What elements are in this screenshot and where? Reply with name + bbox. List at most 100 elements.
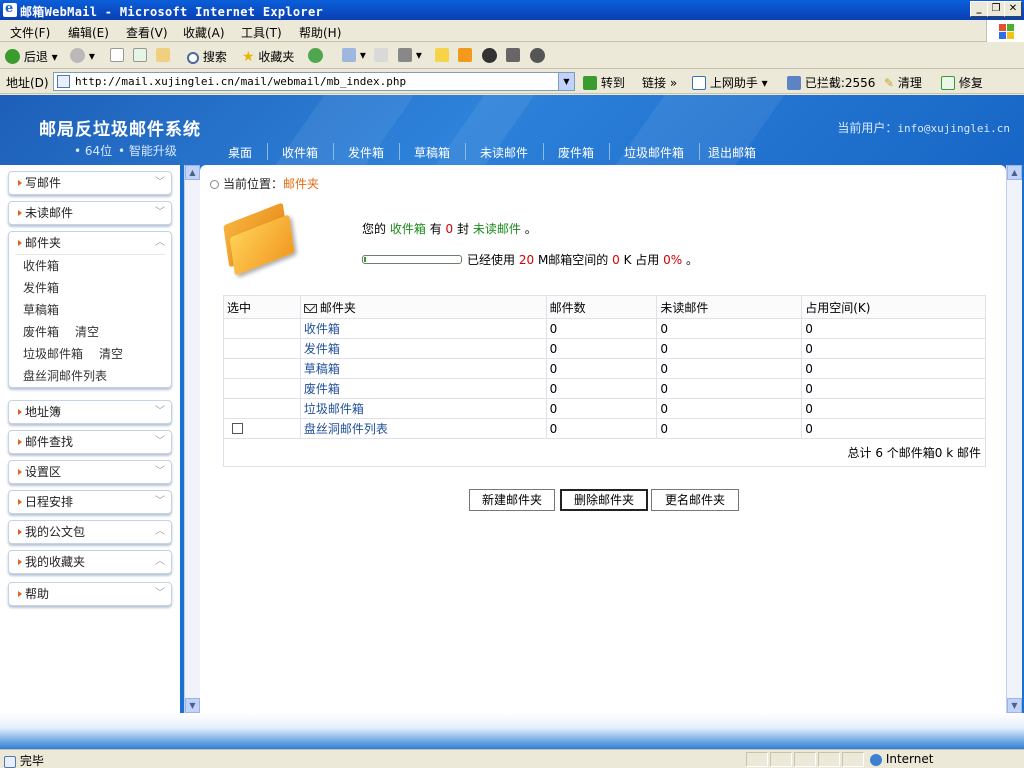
sidebar-item-unread[interactable]: 未读邮件 ﹀	[8, 201, 172, 225]
delete-folder-button[interactable]: 删除邮件夹	[560, 489, 648, 511]
scroll-up-arrow[interactable]: ▲	[185, 165, 200, 180]
scroll-up-arrow[interactable]: ▲	[1007, 165, 1022, 180]
folder-name-link[interactable]: 废件箱	[299, 378, 547, 399]
close-button[interactable]: ✕	[1004, 1, 1022, 17]
chevron-up-icon: ︿	[155, 556, 165, 567]
search-button[interactable]: 搜索	[187, 48, 227, 65]
assistant-button[interactable]: 上网助手 ▾	[692, 74, 768, 91]
menu-favorites[interactable]: 收藏(A)	[183, 24, 225, 41]
folder-link[interactable]: 废件箱	[23, 325, 59, 339]
empty-trash-link[interactable]: 清空	[75, 325, 99, 339]
links-button[interactable]: 链接 »	[642, 74, 677, 91]
home-button[interactable]	[156, 48, 170, 62]
mail-button[interactable]: ▾	[342, 48, 366, 62]
restore-button[interactable]: ❐	[987, 1, 1005, 17]
table-row: 垃圾邮件箱 0 0 0	[223, 398, 986, 419]
nav-separator	[399, 143, 400, 160]
new-folder-button[interactable]: 新建邮件夹	[469, 489, 555, 511]
folder-link[interactable]: 草稿箱	[23, 303, 59, 317]
folder-link[interactable]: 发件箱	[23, 281, 59, 295]
select-cell	[223, 338, 301, 359]
status-done: 完毕	[4, 752, 44, 768]
sidebar-item-write[interactable]: 写邮件 ﹀	[8, 171, 172, 195]
menu-edit[interactable]: 编辑(E)	[68, 24, 109, 41]
main-scrollbar[interactable]: ▲ ▼	[1006, 165, 1022, 713]
nav-desktop[interactable]: 桌面	[228, 144, 252, 161]
nav-logout[interactable]: 退出邮箱	[708, 144, 756, 161]
sidebar-folder-inbox[interactable]: 收件箱	[15, 255, 165, 277]
back-button[interactable]: 后退 ▾	[5, 48, 58, 65]
nav-outbox[interactable]: 发件箱	[348, 144, 384, 161]
media-button[interactable]	[458, 48, 472, 62]
sidebar-item-search[interactable]: 邮件查找 ﹀	[8, 430, 172, 454]
menu-tools[interactable]: 工具(T)	[241, 24, 282, 41]
chevron-down-icon: ﹀	[155, 177, 165, 188]
sidebar-item-settings[interactable]: 设置区 ﹀	[8, 460, 172, 484]
usage-percent: 0%	[663, 253, 683, 267]
refresh-button[interactable]	[133, 48, 147, 62]
rename-folder-button[interactable]: 更名邮件夹	[651, 489, 739, 511]
tool-button[interactable]	[506, 48, 520, 62]
size-value: 0	[801, 358, 986, 379]
sidebar-folder-drafts[interactable]: 草稿箱	[15, 299, 165, 321]
summary-unread-link[interactable]: 未读邮件	[473, 222, 521, 236]
folder-name-link[interactable]: 草稿箱	[299, 358, 547, 379]
sidebar-scrollbar[interactable]: ▲ ▼	[184, 165, 200, 713]
folder-name-link[interactable]: 垃圾邮件箱	[299, 398, 547, 419]
messenger-button[interactable]	[530, 48, 545, 63]
repair-button[interactable]: 修复	[941, 74, 983, 91]
address-input[interactable]: http://mail.xujinglei.cn/mail/webmail/mb…	[53, 72, 575, 91]
stop-button[interactable]	[110, 48, 124, 62]
edit-button[interactable]: ▾	[398, 48, 422, 62]
summary-unit: 封	[457, 222, 470, 236]
go-button[interactable]: 转到	[583, 74, 625, 91]
nav-spam[interactable]: 垃圾邮件箱	[624, 144, 684, 161]
sidebar-item-label: 日程安排	[25, 495, 74, 509]
folder-link[interactable]: 垃圾邮件箱	[23, 347, 83, 361]
forward-button[interactable]: ▾	[70, 48, 95, 63]
folder-name-link[interactable]: 发件箱	[299, 338, 547, 359]
folder-link[interactable]: 盘丝洞邮件列表	[23, 369, 107, 383]
summary-inbox-link[interactable]: 收件箱	[390, 222, 426, 236]
clean-button[interactable]: ✎ 清理	[884, 74, 922, 91]
scroll-down-arrow[interactable]: ▼	[185, 698, 200, 713]
folder-name-link[interactable]: 收件箱	[299, 318, 547, 339]
table-row: 收件箱 0 0 0	[223, 318, 986, 339]
sidebar-folder-maillist[interactable]: 盘丝洞邮件列表	[15, 365, 165, 387]
notes-button[interactable]	[435, 48, 449, 62]
usage-prefix: 已经使用	[467, 253, 516, 267]
sidebar-folder-outbox[interactable]: 发件箱	[15, 277, 165, 299]
sidebar-item-folders[interactable]: 邮件夹 ︿	[9, 232, 171, 254]
menu-view[interactable]: 查看(V)	[126, 24, 168, 41]
sidebar-item-bookmarks[interactable]: 我的收藏夹 ︿	[8, 550, 172, 574]
sidebar-item-label: 邮件夹	[25, 236, 62, 250]
folder-link[interactable]: 收件箱	[23, 259, 59, 273]
menu-help[interactable]: 帮助(H)	[299, 24, 341, 41]
print-button[interactable]	[374, 48, 388, 62]
scroll-down-arrow[interactable]: ▼	[1007, 698, 1022, 713]
sidebar-folder-spam[interactable]: 垃圾邮件箱 清空	[15, 343, 165, 365]
sidebar-item-help[interactable]: 帮助 ﹀	[8, 582, 172, 606]
menu-file[interactable]: 文件(F)	[10, 24, 50, 41]
nav-unread[interactable]: 未读邮件	[480, 144, 528, 161]
current-user: 当前用户：info@xujinglei.cn	[837, 119, 1010, 136]
chevron-down-icon: ﹀	[155, 466, 165, 477]
sidebar-item-schedule[interactable]: 日程安排 ﹀	[8, 490, 172, 514]
popup-blocker[interactable]: 已拦截:2556	[787, 74, 875, 91]
history-button[interactable]	[308, 48, 323, 63]
sidebar-item-briefcase[interactable]: 我的公文包 ︿	[8, 520, 172, 544]
empty-spam-link[interactable]: 清空	[99, 347, 123, 361]
address-dropdown[interactable]: ▼	[558, 73, 574, 90]
minimize-button[interactable]: _	[970, 1, 988, 17]
folder-name-link[interactable]: 盘丝洞邮件列表	[299, 418, 547, 439]
sidebar-folder-trash[interactable]: 废件箱 清空	[15, 321, 165, 343]
nav-trash[interactable]: 废件箱	[558, 144, 594, 161]
favorites-button[interactable]: ★ 收藏夹	[242, 48, 294, 65]
nav-inbox[interactable]: 收件箱	[282, 144, 318, 161]
folder-select-checkbox[interactable]	[232, 422, 243, 434]
sidebar-item-addressbook[interactable]: 地址簿 ﹀	[8, 400, 172, 424]
location-circle-icon	[210, 180, 219, 189]
qq-button[interactable]	[482, 48, 497, 63]
nav-drafts[interactable]: 草稿箱	[414, 144, 450, 161]
nav-separator	[267, 143, 268, 160]
